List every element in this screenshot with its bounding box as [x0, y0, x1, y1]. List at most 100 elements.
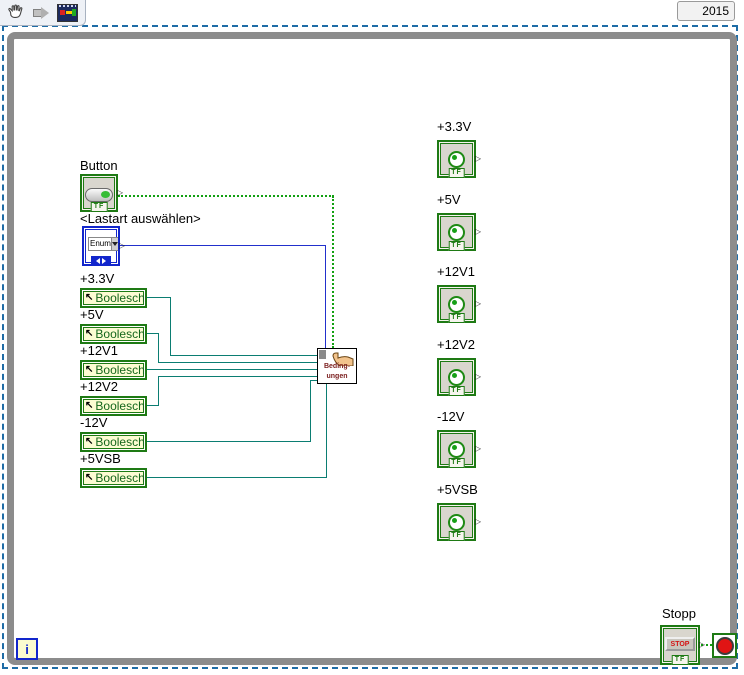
iteration-label: i: [25, 641, 29, 657]
pan-hand-icon[interactable]: [4, 3, 26, 23]
wire-minus12v[interactable]: [310, 380, 311, 441]
local-variable-name: Boolesch: [95, 399, 145, 413]
enum-field: Enum: [88, 237, 118, 251]
subvi-bedingungen[interactable]: Beding- ungen: [317, 348, 357, 384]
led-indicator[interactable]: TF ▷: [437, 140, 481, 178]
tf-terminal-label: TF: [448, 241, 465, 251]
wire-enum[interactable]: [120, 245, 326, 246]
wire-12v1[interactable]: [147, 369, 318, 370]
output-arrow-icon: ▷: [474, 517, 481, 526]
stop-button-text: STOP: [670, 640, 690, 648]
local-label: +5V: [80, 307, 104, 322]
local-variable-name: Boolesch: [95, 291, 145, 305]
output-arrow-icon: ▷: [474, 154, 481, 163]
slide-switch-icon: [85, 188, 113, 202]
local-variable-name: Boolesch: [95, 363, 145, 377]
wire-5vsb[interactable]: [326, 383, 327, 477]
arrow-tool-icon[interactable]: [30, 3, 52, 23]
local-variable-arrow-icon: ↖: [85, 364, 94, 375]
button-terminal[interactable]: TF ▷: [80, 174, 123, 212]
wire-3v3[interactable]: [170, 297, 171, 355]
local-variable-boolesch[interactable]: ↖ Boolesch: [80, 468, 147, 488]
local-variable-boolesch[interactable]: ↖ Boolesch: [80, 360, 147, 380]
stop-label: Stopp: [662, 606, 696, 621]
stop-sign-icon: [715, 636, 734, 655]
led-indicator[interactable]: TF ▷: [437, 430, 481, 468]
local-variable-arrow-icon: ↖: [85, 292, 94, 303]
output-arrow-icon: ▷: [698, 640, 705, 649]
local-label: +5VSB: [80, 451, 121, 466]
led-indicator[interactable]: TF ▷: [437, 285, 481, 323]
local-label: -12V: [80, 415, 108, 430]
enum-label: <Lastart auswählen>: [80, 211, 201, 226]
wire-12v2[interactable]: [158, 376, 318, 377]
local-variable-name: Boolesch: [95, 471, 145, 485]
loop-condition-terminal[interactable]: [712, 633, 737, 658]
stop-button-terminal[interactable]: STOP TF ▷: [660, 625, 705, 665]
indicator-label: +5VSB: [437, 482, 478, 497]
enum-terminal[interactable]: Enum ▷: [82, 226, 125, 266]
enum-value: Enum: [90, 239, 111, 248]
indicator-label: +3.3V: [437, 119, 472, 134]
wire-12v2[interactable]: [147, 405, 159, 406]
dropdown-arrow-icon: [111, 242, 118, 246]
led-indicator[interactable]: TF ▷: [437, 358, 481, 396]
local-variable-name: Boolesch: [95, 435, 145, 449]
wire-minus12v[interactable]: [147, 441, 311, 442]
loop-iteration-terminal[interactable]: i: [16, 638, 38, 660]
indicator-label: +12V2: [437, 337, 475, 352]
wire-5v[interactable]: [158, 362, 318, 363]
indicator-label: +12V1: [437, 264, 475, 279]
subvi-text: Beding-: [323, 363, 351, 370]
tf-terminal-label: TF: [448, 313, 465, 323]
subvi-corner-block: [319, 350, 326, 359]
round-led-icon: [448, 223, 465, 241]
round-led-icon: [448, 150, 465, 168]
local-variable-boolesch[interactable]: ↖ Boolesch: [80, 324, 147, 344]
wire-button[interactable]: [118, 195, 334, 197]
output-arrow-icon: ▷: [116, 188, 123, 197]
tf-terminal-label: TF: [448, 386, 465, 396]
tf-terminal-label: TF: [448, 458, 465, 468]
round-led-icon: [448, 513, 465, 531]
local-label: +12V2: [80, 379, 118, 394]
version-label: 2015: [702, 4, 729, 18]
dropdown-button[interactable]: [110, 238, 118, 250]
stop-button[interactable]: STOP: [665, 637, 695, 651]
round-led-icon: [448, 295, 465, 313]
local-variable-boolesch[interactable]: ↖ Boolesch: [80, 288, 147, 308]
wire-button[interactable]: [332, 196, 334, 348]
vi-film-icon[interactable]: [56, 3, 78, 23]
local-variable-arrow-icon: ↖: [85, 400, 94, 411]
indicator-label: -12V: [437, 409, 465, 424]
local-label: +3.3V: [80, 271, 115, 286]
local-variable-arrow-icon: ↖: [85, 472, 94, 483]
output-arrow-icon: ▷: [474, 444, 481, 453]
tf-terminal-label: TF: [448, 168, 465, 178]
local-variable-boolesch[interactable]: ↖ Boolesch: [80, 396, 147, 416]
local-variable-boolesch[interactable]: ↖ Boolesch: [80, 432, 147, 452]
button-label: Button: [80, 158, 118, 173]
round-led-icon: [448, 440, 465, 458]
wire-12v2[interactable]: [158, 376, 159, 405]
output-arrow-icon: ▷: [118, 241, 125, 250]
tf-terminal-label: TF: [671, 655, 689, 665]
output-arrow-icon: ▷: [474, 372, 481, 381]
local-label: +12V1: [80, 343, 118, 358]
led-indicator[interactable]: TF ▷: [437, 503, 481, 541]
increment-decrement-icon: [91, 256, 111, 266]
round-led-icon: [448, 368, 465, 386]
tf-terminal-label: TF: [448, 531, 465, 541]
vi-version-tab: 2015: [677, 1, 735, 21]
wire-enum[interactable]: [325, 245, 326, 348]
wire-5vsb[interactable]: [147, 477, 327, 478]
local-variable-arrow-icon: ↖: [85, 436, 94, 447]
block-diagram-canvas: Button TF ▷ <Lastart auswählen> Enum ▷ +…: [0, 0, 744, 675]
wire-5v[interactable]: [158, 333, 159, 362]
tools-palette: [0, 0, 86, 26]
led-indicator[interactable]: TF ▷: [437, 213, 481, 251]
subvi-text: ungen: [326, 373, 348, 380]
wire-3v3[interactable]: [170, 355, 318, 356]
wire-3v3[interactable]: [147, 297, 171, 298]
output-arrow-icon: ▷: [474, 227, 481, 236]
